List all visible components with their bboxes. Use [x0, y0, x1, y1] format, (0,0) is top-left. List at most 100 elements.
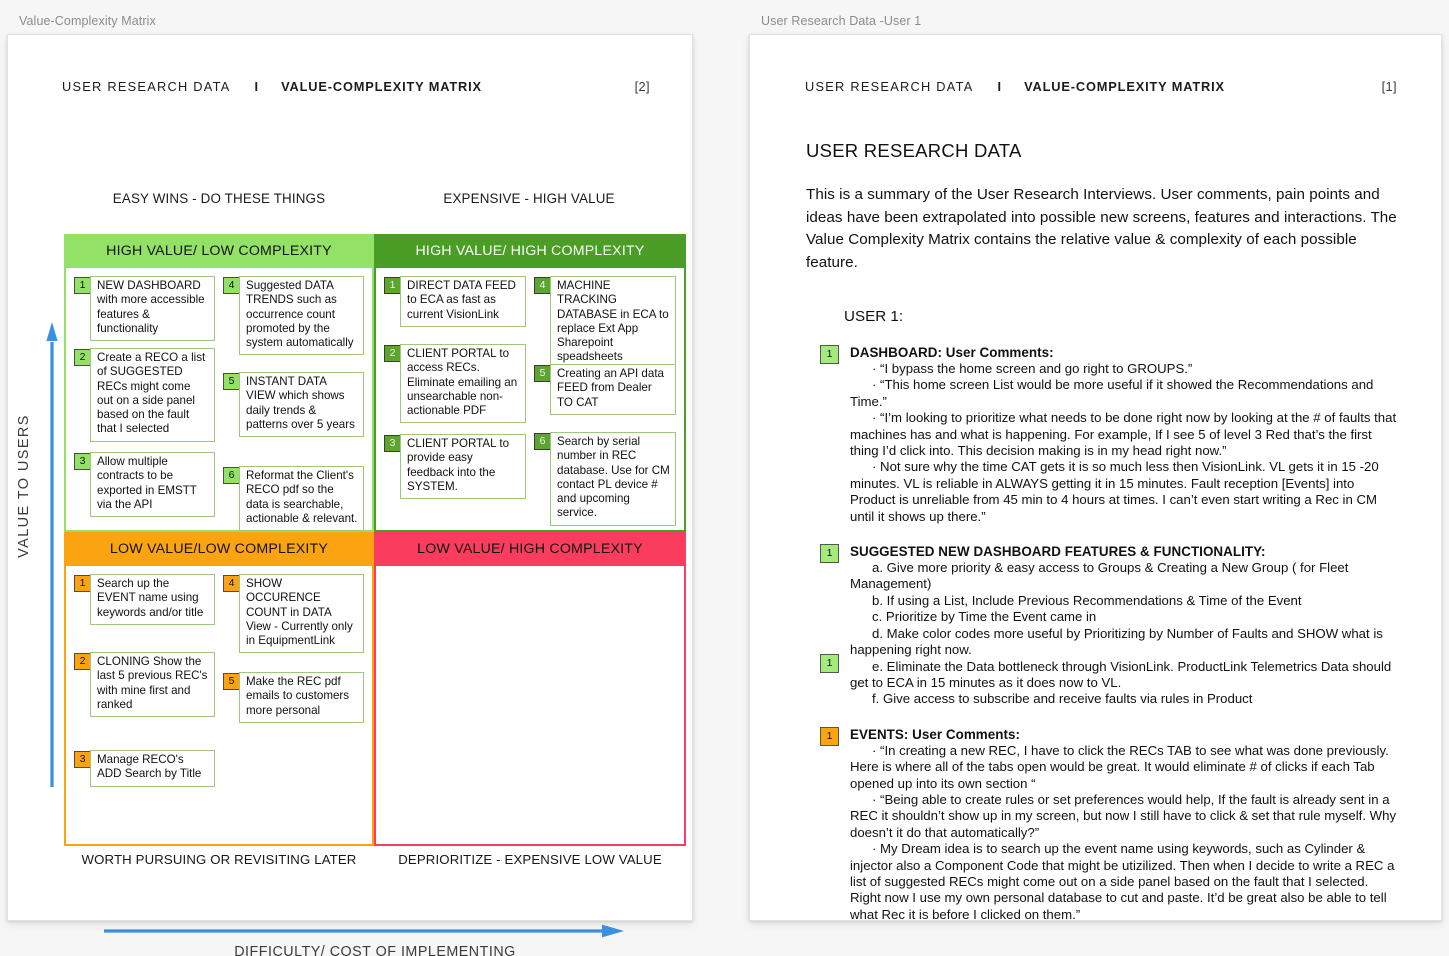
section-number-badge: 1	[820, 544, 839, 564]
section-paragraph: · Not sure why the time CAT gets it is s…	[850, 459, 1379, 524]
quadrant-low-value-high-complexity: LOW VALUE/ HIGH COMPLEXITY	[374, 532, 686, 846]
matrix-item[interactable]: 4 MACHINE TRACKING DATABASE in ECA to rep…	[534, 276, 676, 370]
quadrant-column-r: 4 Suggested DATA TRENDS such as occurrenc…	[223, 276, 364, 532]
item-card: Make the REC pdf emails to customers mor…	[239, 672, 364, 723]
x-axis-label: DIFFICULTY/ COST OF IMPLEMENTING	[234, 944, 516, 956]
quadrant-column-l: 1 NEW DASHBOARD with more accessible feat…	[74, 276, 215, 530]
matrix-item[interactable]: 3 Manage RECO's ADD Search by Title	[74, 750, 215, 787]
matrix-item[interactable]: 2 CLIENT PORTAL to access RECs. Eliminate…	[384, 344, 526, 424]
matrix-item[interactable]: 5 INSTANT DATA VIEW which shows daily tre…	[223, 372, 364, 438]
item-number-badge: 1	[74, 277, 91, 294]
caption-expensive-high-value: EXPENSIVE - HIGH VALUE	[443, 191, 615, 206]
matrix-item[interactable]: 3 Allow multiple contracts to be exported…	[74, 452, 215, 518]
item-card: Search up the EVENT name using keywords …	[90, 574, 215, 625]
item-number-badge: 5	[223, 373, 240, 390]
intro-paragraph: This is a summary of the User Research I…	[806, 186, 1397, 271]
section-suggested-new-dashboard-features: 1 1 SUGGESTED NEW DASHBOARD FEATURES & FUN…	[806, 544, 1397, 708]
right-slide-wrapper: User Research Data -User 1 USER RESEARCH…	[749, 14, 1442, 923]
right-slide-header: USER RESEARCH DATA I VALUE-COMPLEXITY MA…	[750, 35, 1441, 94]
item-number-badge: 2	[384, 345, 401, 362]
quadrant-body	[374, 566, 686, 846]
quadrant-column-l	[384, 575, 526, 844]
item-card: Reformat the Client's RECO pdf so the da…	[239, 466, 364, 532]
matrix-item[interactable]: 3 CLIENT PORTAL to provide easy feedback …	[384, 434, 526, 500]
quadrant-title: HIGH VALUE/ LOW COMPLEXITY	[106, 243, 332, 259]
quadrant-column-r: 4 SHOW OCCURENCE COUNT in DATA View - Cur…	[223, 574, 364, 844]
section-paragraph: a. Give more priority & easy access to G…	[850, 560, 1349, 592]
item-card: CLIENT PORTAL to access RECs. Eliminate …	[400, 344, 526, 424]
matrix-item[interactable]: 1 Search up the EVENT name using keywords…	[74, 574, 215, 625]
item-card: MACHINE TRACKING DATABASE in ECA to repl…	[550, 276, 676, 370]
user-research-data-slide[interactable]: USER RESEARCH DATA I VALUE-COMPLEXITY MA…	[749, 34, 1442, 923]
section-paragraph: d. Make color codes more useful by Prior…	[850, 625, 1383, 658]
item-card: Allow multiple contracts to be exported …	[90, 452, 215, 518]
item-card: Creating an API data FEED from Dealer TO…	[550, 364, 676, 415]
quadrant-high-value-low-complexity: HIGH VALUE/ LOW COMPLEXITY 1 NEW DASHBOARD…	[64, 234, 374, 532]
item-card: NEW DASHBOARD with more accessible featu…	[90, 276, 215, 342]
page-title: USER RESEARCH DATA	[806, 140, 1022, 161]
y-axis-arrow-icon	[46, 322, 58, 787]
right-slide-caption: User Research Data -User 1	[761, 14, 922, 28]
section-paragraph: · “I bypass the home screen and go right…	[872, 361, 1193, 376]
item-number-badge: 5	[223, 673, 240, 690]
quadrant-title: HIGH VALUE/ HIGH COMPLEXITY	[415, 243, 645, 259]
item-card: DIRECT DATA FEED to ECA as fast as curre…	[400, 276, 526, 327]
matrix-item[interactable]: 5 Creating an API data FEED from Dealer T…	[534, 364, 676, 415]
item-number-badge: 5	[534, 365, 551, 382]
matrix-item[interactable]: 5 Make the REC pdf emails to customers mo…	[223, 672, 364, 723]
matrix-item[interactable]: 1 NEW DASHBOARD with more accessible feat…	[74, 276, 215, 342]
quadrant-high-value-high-complexity: HIGH VALUE/ HIGH COMPLEXITY 1 DIRECT DATA …	[374, 234, 686, 532]
item-number-badge: 4	[223, 575, 240, 592]
item-card: SHOW OCCURENCE COUNT in DATA View - Curr…	[239, 574, 364, 654]
quadrant-low-value-low-complexity: LOW VALUE/LOW COMPLEXITY 1 Search up the E…	[64, 532, 374, 846]
matrix-item[interactable]: 6 Reformat the Client's RECO pdf so the d…	[223, 466, 364, 532]
caption-worth-pursuing: WORTH PURSUING OR REVISITING LATER	[81, 852, 357, 867]
section-paragraph: · My Dream idea is to search up the even…	[850, 841, 1395, 922]
header-eyebrow-left: USER RESEARCH DATA	[805, 79, 974, 94]
item-number-badge: 4	[223, 277, 240, 294]
item-number-badge: 2	[74, 349, 91, 366]
item-card: CLONING Show the last 5 previous REC's w…	[90, 652, 215, 718]
quadrant-body: 1 NEW DASHBOARD with more accessible feat…	[64, 268, 374, 532]
matrix-item[interactable]: 2 Create a RECO a list of SUGGESTED RECs …	[74, 348, 215, 442]
section-number-badge: 1	[820, 345, 839, 364]
left-slide-caption: Value-Complexity Matrix	[19, 14, 156, 28]
matrix-item[interactable]: 1 DIRECT DATA FEED to ECA as fast as curr…	[384, 276, 526, 327]
quadrant-body: 1 DIRECT DATA FEED to ECA as fast as curr…	[374, 268, 686, 532]
section-heading: SUGGESTED NEW DASHBOARD FEATURES & FUNCT…	[850, 544, 1266, 560]
item-card: Manage RECO's ADD Search by Title	[90, 750, 215, 787]
section-paragraph: c. Prioritize by Time the Event came in	[872, 609, 1097, 625]
item-card: Search by serial number in REC database.…	[550, 432, 676, 526]
bottom-quadrant-captions: WORTH PURSUING OR REVISITING LATER DEPRI…	[64, 851, 686, 868]
x-axis-arrow-icon	[104, 924, 624, 938]
section-paragraph: f. Give access to subscribe and receive …	[872, 691, 1253, 707]
item-number-badge: 3	[74, 751, 91, 768]
value-complexity-matrix-slide[interactable]: USER RESEARCH DATA I VALUE-COMPLEXITY MA…	[7, 34, 694, 956]
section-dashboard-user-comments: 1 DASHBOARD: User Comments: · “I bypass th…	[806, 345, 1397, 525]
item-number-badge: 6	[223, 467, 240, 484]
item-card: CLIENT PORTAL to provide easy feedback i…	[400, 434, 526, 500]
document-body: USER RESEARCH DATA This is a summary of …	[750, 94, 1441, 923]
user-label: USER 1:	[844, 308, 904, 325]
header-title: VALUE-COMPLEXITY MATRIX	[281, 79, 482, 94]
y-axis-label: VALUE TO USERS	[16, 414, 32, 558]
matrix-item[interactable]: 4 Suggested DATA TRENDS such as occurrenc…	[223, 276, 364, 356]
matrix-item[interactable]: 4 SHOW OCCURENCE COUNT in DATA View - Cur…	[223, 574, 364, 654]
matrix-item[interactable]: 6 Search by serial number in REC database…	[534, 432, 676, 526]
caption-deprioritize: DEPRIORITIZE - EXPENSIVE LOW VALUE	[398, 852, 662, 867]
matrix-area: EASY WINS - DO THESE THINGS EXPENSIVE - …	[8, 94, 694, 956]
section-paragraph: b. If using a List, Include Previous Rec…	[872, 592, 1302, 608]
left-slide-wrapper: Value-Complexity Matrix USER RESEARCH DA…	[7, 14, 694, 956]
screenshot-stage: Value-Complexity Matrix USER RESEARCH DA…	[0, 0, 1449, 956]
item-card: Create a RECO a list of SUGGESTED RECs m…	[90, 348, 215, 442]
caption-easy-wins: EASY WINS - DO THESE THINGS	[112, 191, 326, 206]
quadrant-title: LOW VALUE/ HIGH COMPLEXITY	[417, 541, 643, 557]
section-events-user-comments: 1 EVENTS: User Comments: · “In creating a …	[806, 726, 1397, 923]
quadrant-column-l: 1 DIRECT DATA FEED to ECA as fast as curr…	[384, 276, 526, 530]
section-number-badge-secondary: 1	[820, 654, 839, 674]
header-separator: I	[997, 79, 1003, 94]
item-number-badge: 3	[384, 435, 401, 452]
matrix-item[interactable]: 2 CLONING Show the last 5 previous REC's …	[74, 652, 215, 718]
item-number-badge: 3	[74, 453, 91, 470]
item-card: Suggested DATA TRENDS such as occurrence…	[239, 276, 364, 356]
